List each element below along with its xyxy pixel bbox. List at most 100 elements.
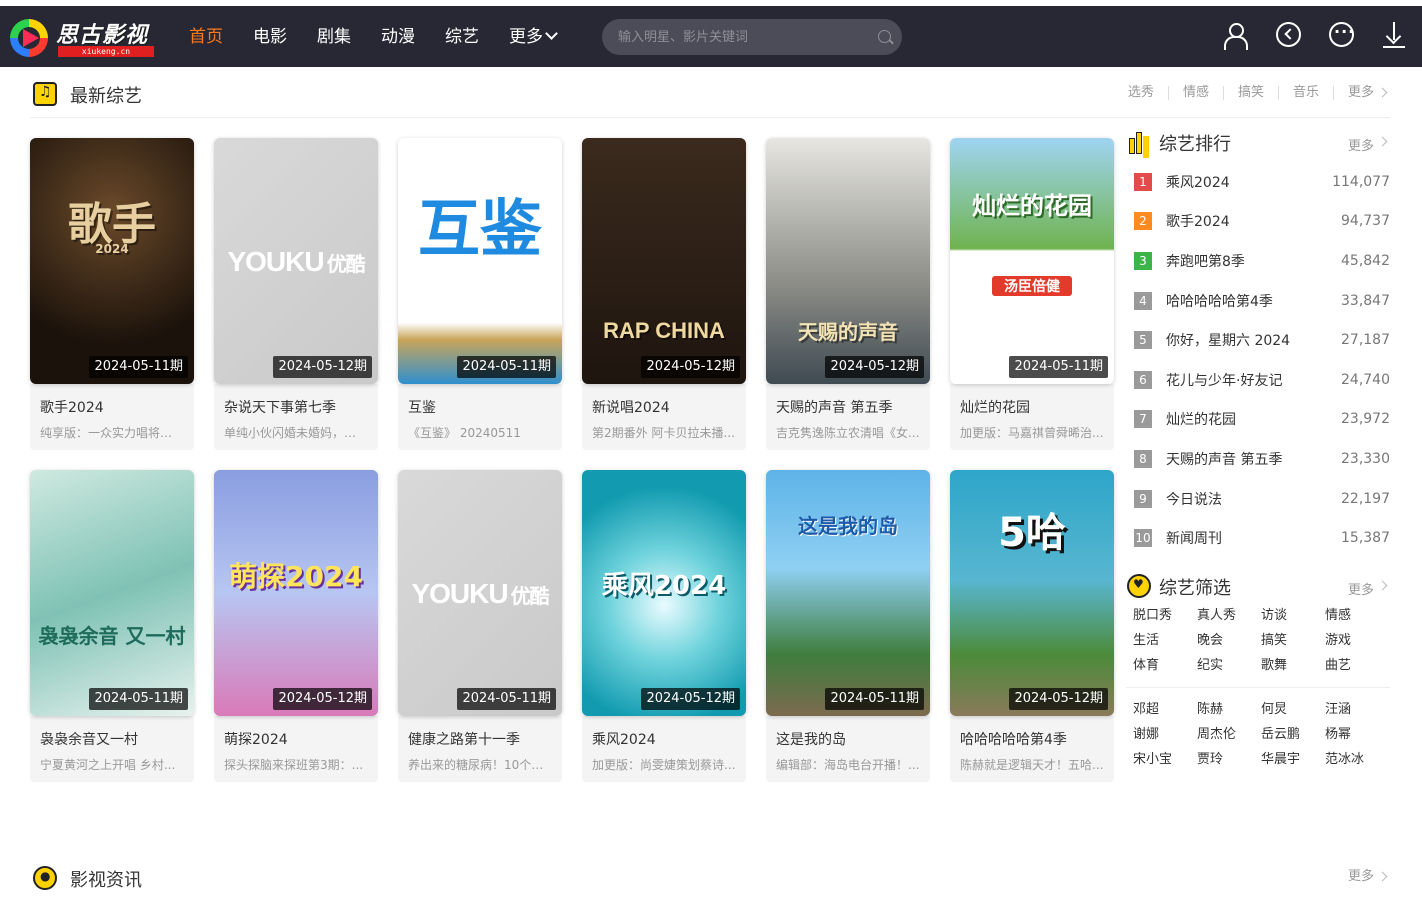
filter-person-item[interactable]: 邓超 xyxy=(1133,700,1197,719)
chat-icon[interactable] xyxy=(1329,22,1355,47)
variety-card[interactable]: 互鉴 2024-05-11期 互鉴 《互鉴》 20240511 xyxy=(398,138,562,450)
filter-person-item[interactable]: 宋小宝 xyxy=(1133,750,1197,769)
poster-image[interactable]: 互鉴 2024-05-11期 xyxy=(398,138,562,384)
download-icon[interactable] xyxy=(1382,22,1408,48)
poster-image[interactable]: 天赐的声音 2024-05-12期 xyxy=(766,138,930,384)
search-icon[interactable] xyxy=(878,30,891,43)
card-info: 杂说天下事第七季 单纯小伙闪婚未婚妈，结果... xyxy=(214,384,378,450)
poster-image[interactable]: 5哈 2024-05-12期 xyxy=(950,470,1114,716)
filter-more-label: 更多 xyxy=(1347,582,1374,598)
nav-item-movies[interactable]: 电影 xyxy=(253,26,287,48)
filter-person-item[interactable]: 周杰伦 xyxy=(1197,725,1261,744)
card-info: 新说唱2024 第2期番外 阿卡贝拉未播... xyxy=(582,384,746,450)
poster-image[interactable]: 萌探2024 2024-05-12期 xyxy=(214,470,378,716)
link-talent[interactable]: 选秀 xyxy=(1114,86,1169,100)
filter-type-item[interactable]: 曲艺 xyxy=(1325,656,1389,675)
site-logo[interactable]: 思古影视 xiukeng.cn xyxy=(10,17,156,59)
poster-image[interactable]: 灿烂的花园 汤臣倍健 2024-05-11期 xyxy=(950,138,1114,384)
variety-card[interactable]: YOUKU 优酷 2024-05-12期 杂说天下事第七季 单纯小伙闪婚未婚妈，结果..… xyxy=(214,138,378,450)
ranking-item[interactable]: 10 新闻周刊 15,387 xyxy=(1126,518,1390,558)
history-icon[interactable] xyxy=(1276,22,1301,47)
filter-type-item[interactable]: 晚会 xyxy=(1197,631,1261,650)
ranking-item[interactable]: 4 哈哈哈哈哈第4季 33,847 xyxy=(1126,281,1390,321)
card-title[interactable]: 新说唱2024 xyxy=(592,398,736,418)
variety-card[interactable]: 灿烂的花园 汤臣倍健 2024-05-11期 灿烂的花园 加更版：马嘉祺曾舜晞治... xyxy=(950,138,1114,450)
filter-type-item[interactable]: 纪实 xyxy=(1197,656,1261,675)
filter-person-item[interactable]: 何炅 xyxy=(1261,700,1325,719)
link-comedy[interactable]: 搞笑 xyxy=(1224,86,1279,100)
card-title[interactable]: 哈哈哈哈哈第4季 xyxy=(960,730,1104,750)
filter-type-item[interactable]: 脱口秀 xyxy=(1133,606,1197,625)
filter-person-item[interactable]: 汪涵 xyxy=(1325,700,1389,719)
poster-image[interactable]: 袅袅余音 又一村 2024-05-11期 xyxy=(30,470,194,716)
ranking-item[interactable]: 2 歌手2024 94,737 xyxy=(1126,202,1390,242)
poster-image[interactable]: YOUKU 优酷 2024-05-12期 xyxy=(214,138,378,384)
nav-item-series[interactable]: 剧集 xyxy=(317,26,351,48)
filter-type-item[interactable]: 生活 xyxy=(1133,631,1197,650)
ranking-item[interactable]: 5 你好，星期六 2024 27,187 xyxy=(1126,320,1390,360)
filter-type-item[interactable]: 情感 xyxy=(1325,606,1389,625)
link-romance[interactable]: 情感 xyxy=(1169,86,1224,100)
user-icon[interactable] xyxy=(1222,22,1248,50)
card-title[interactable]: 这是我的岛 xyxy=(776,730,920,750)
variety-card[interactable]: 歌手2024 2024-05-11期歌手2024 纯享版：一众实力唱将惊艳献唱 xyxy=(30,138,194,450)
variety-card[interactable]: 5哈 2024-05-12期 哈哈哈哈哈第4季 陈赫就是逻辑天才！五哈... xyxy=(950,470,1114,782)
ranking-item[interactable]: 7 灿烂的花园 23,972 xyxy=(1126,400,1390,440)
variety-card[interactable]: 这是我的岛 2024-05-11期 这是我的岛 编辑部：海岛电台开播！... xyxy=(766,470,930,782)
news-more-link[interactable]: 更多 xyxy=(1334,870,1390,884)
variety-card[interactable]: YOUKU 优酷 2024-05-11期 健康之路第十一季 养出来的糖尿病！10个糖..… xyxy=(398,470,562,782)
filter-type-item[interactable]: 真人秀 xyxy=(1197,606,1261,625)
variety-card[interactable]: RAP CHINA 2024-05-12期 新说唱2024 第2期番外 阿卡贝拉未播.… xyxy=(582,138,746,450)
poster-image[interactable]: YOUKU 优酷 2024-05-11期 xyxy=(398,470,562,716)
ranking-item[interactable]: 9 今日说法 22,197 xyxy=(1126,479,1390,519)
ranking-item[interactable]: 6 花儿与少年·好友记 24,740 xyxy=(1126,360,1390,400)
card-title[interactable]: 歌手2024 xyxy=(40,398,184,418)
nav-item-anime[interactable]: 动漫 xyxy=(381,26,415,48)
filter-person-item[interactable]: 华晨宇 xyxy=(1261,750,1325,769)
nav-more-label: 更多 xyxy=(509,27,543,47)
filter-type-item[interactable]: 游戏 xyxy=(1325,631,1389,650)
card-title[interactable]: 天赐的声音 第五季 xyxy=(776,398,920,418)
filter-person-item[interactable]: 陈赫 xyxy=(1197,700,1261,719)
news-header: 影视资讯 更多 xyxy=(30,854,1390,902)
filter-more-link[interactable]: 更多 xyxy=(1348,579,1390,598)
filter-person-item[interactable]: 谢娜 xyxy=(1133,725,1197,744)
poster-image[interactable]: RAP CHINA 2024-05-12期 xyxy=(582,138,746,384)
filter-type-item[interactable]: 歌舞 xyxy=(1261,656,1325,675)
link-more[interactable]: 更多 xyxy=(1334,86,1390,100)
ranking-item[interactable]: 8 天赐的声音 第五季 23,330 xyxy=(1126,439,1390,479)
filter-person-item[interactable]: 杨幂 xyxy=(1325,725,1389,744)
ranking-more-link[interactable]: 更多 xyxy=(1348,135,1390,154)
card-title[interactable]: 萌探2024 xyxy=(224,730,368,750)
episode-badge: 2024-05-11期 xyxy=(89,356,188,378)
nav-item-more[interactable]: 更多 xyxy=(509,26,558,48)
card-title[interactable]: 袅袅余音又一村 xyxy=(40,730,184,750)
filter-type-item[interactable]: 访谈 xyxy=(1261,606,1325,625)
ranking-item[interactable]: 3 奔跑吧第8季 45,842 xyxy=(1126,241,1390,281)
poster-image[interactable]: 歌手 2024 2024-05-11期 xyxy=(30,138,194,384)
card-title[interactable]: 杂说天下事第七季 xyxy=(224,398,368,418)
people-filter: 邓超 陈赫 何炅 汪涵谢娜 周杰伦 岳云鹏 杨幂宋小宝 贾玲 华晨宇 范冰冰 xyxy=(1126,700,1390,769)
variety-card[interactable]: 萌探2024 2024-05-12期 萌探2024 探头探脑来探班第3期：... xyxy=(214,470,378,782)
search-input[interactable] xyxy=(618,27,858,47)
episode-badge: 2024-05-12期 xyxy=(1009,688,1108,710)
link-music[interactable]: 音乐 xyxy=(1279,86,1334,100)
card-title[interactable]: 互鉴 xyxy=(408,398,552,418)
variety-card[interactable]: 天赐的声音 2024-05-12期 天赐的声音 第五季 吉克隽逸陈立农清唱《女... xyxy=(766,138,930,450)
card-title[interactable]: 乘风2024 xyxy=(592,730,736,750)
filter-person-item[interactable]: 岳云鹏 xyxy=(1261,725,1325,744)
filter-type-item[interactable]: 搞笑 xyxy=(1261,631,1325,650)
nav-item-variety[interactable]: 综艺 xyxy=(445,26,479,48)
ranking-item[interactable]: 1 乘风2024 114,077 xyxy=(1126,162,1390,202)
card-title[interactable]: 健康之路第十一季 xyxy=(408,730,552,750)
card-title[interactable]: 灿烂的花园 xyxy=(960,398,1104,418)
variety-card[interactable]: 袅袅余音 又一村 2024-05-11期 袅袅余音又一村 宁夏黄河之上开唱 乡村... xyxy=(30,470,194,782)
poster-image[interactable]: 这是我的岛 2024-05-11期 xyxy=(766,470,930,716)
filter-person-item[interactable]: 范冰冰 xyxy=(1325,750,1389,769)
filter-person-item[interactable]: 贾玲 xyxy=(1197,750,1261,769)
poster-image[interactable]: 乘风2024 2024-05-12期 xyxy=(582,470,746,716)
filter-type-item[interactable]: 体育 xyxy=(1133,656,1197,675)
variety-card[interactable]: 乘风2024 2024-05-12期 乘风2024 加更版：尚雯婕策划蔡诗... xyxy=(582,470,746,782)
episode-badge: 2024-05-12期 xyxy=(641,688,740,710)
nav-item-home[interactable]: 首页 xyxy=(189,26,223,48)
